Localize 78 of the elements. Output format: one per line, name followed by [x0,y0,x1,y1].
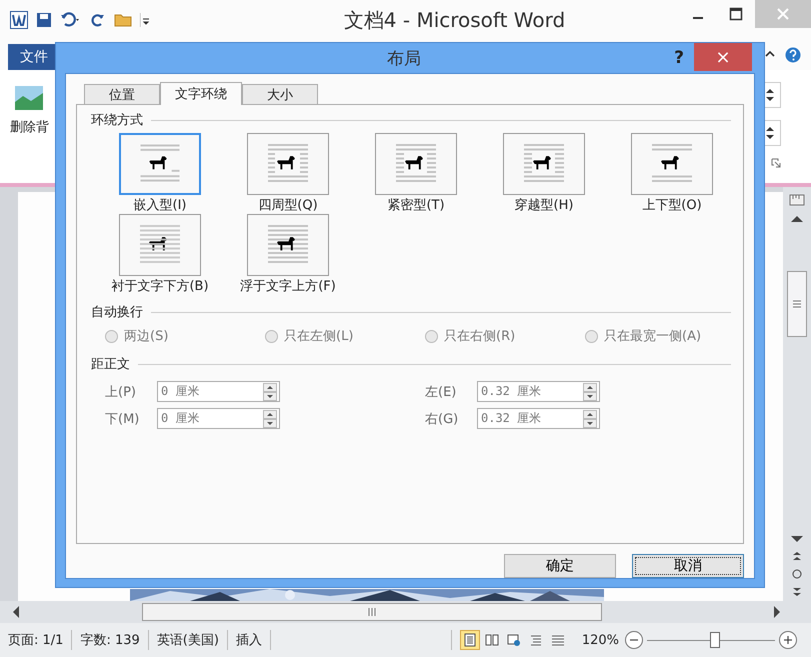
draft-view-icon [550,633,565,647]
spin-arrows-icon [583,382,597,400]
wrap-style-label: 上下型(O) [642,197,702,214]
field-label: 右(G) [425,410,460,428]
dialog-tab[interactable]: 文字环绕 [160,82,242,105]
book-view-icon [484,633,499,647]
remove-background-icon[interactable] [14,84,44,112]
status-item: 页面: 1/1 [0,630,72,650]
section-title: 环绕方式 [91,112,143,129]
undo-icon[interactable] [60,12,82,28]
dialog-launcher-icon[interactable] [771,158,781,168]
dialog-button[interactable]: 确定 [504,554,616,578]
wrap-style-label: 衬于文字下方(B) [111,278,209,295]
zoom-in-button[interactable] [779,631,797,649]
customize-icon[interactable] [140,12,150,28]
scroll-down-icon[interactable] [791,535,803,543]
wrap-style-label: 嵌入型(I) [134,197,186,214]
wrap-style-button[interactable] [119,214,201,276]
zoom-out-button[interactable] [625,631,643,649]
radio-label: 只在最宽一侧(A) [604,328,702,345]
wrap-style-label: 四周型(Q) [258,197,318,214]
spin-arrows-icon [583,410,597,428]
window-title: 文档4 - Microsoft Word [342,6,566,34]
minimize-icon [693,17,703,19]
save-icon[interactable] [36,12,52,28]
wrap-style-label: 穿越型(H) [514,197,574,214]
horizontal-scrollbar-thumb[interactable] [142,603,602,621]
dialog-title: 布局 [386,48,422,70]
previous-page-icon[interactable] [792,551,802,561]
wrap-style-button[interactable] [631,133,713,195]
scroll-right-icon[interactable] [773,606,781,618]
ribbon-button-label[interactable]: 删除背 [10,118,49,136]
scroll-up-icon[interactable] [791,215,803,223]
zoom-level[interactable]: 120% [582,632,619,648]
ruler-icon[interactable] [789,193,805,207]
radio-label: 只在右侧(R) [444,328,516,345]
page-view-icon [462,633,477,647]
radio-label: 两边(S) [124,328,168,345]
outline-view-icon [528,633,543,647]
vertical-scrollbar-thumb[interactable] [787,271,807,337]
close-icon [776,7,790,21]
status-item: 插入 [228,630,271,650]
dialog-button[interactable]: 取消 [632,554,744,578]
field-label: 上(P) [105,384,137,400]
zoom-slider-thumb[interactable] [710,632,720,648]
redo-icon[interactable] [90,12,106,28]
plus-icon [784,636,792,644]
spin-arrows-icon [263,382,277,400]
dialog-tab[interactable]: 位置 [84,84,160,104]
field-label: 下(M) [105,410,140,428]
maximize-icon [729,7,743,21]
wrap-style-label: 紧密型(T) [387,197,445,214]
web-view-icon [506,633,521,647]
view-mode-button[interactable] [460,630,480,650]
spin-arrows-icon[interactable] [765,87,775,103]
dialog-tab[interactable]: 大小 [242,84,318,104]
spin-arrows-icon [263,410,277,428]
wrap-style-button[interactable] [247,214,329,276]
help-button[interactable]: ? [664,48,694,68]
folder-icon[interactable] [114,12,132,28]
word-logo-icon[interactable] [10,11,28,29]
wrap-style-label: 浮于文字上方(F) [240,278,336,295]
scroll-left-icon[interactable] [12,606,20,618]
field-label: 左(E) [425,384,458,400]
help-icon[interactable] [785,47,801,63]
spin-arrows-icon[interactable] [765,125,775,141]
browse-object-icon[interactable] [792,569,802,579]
radio-label: 只在左侧(L) [284,328,354,345]
status-item: 英语(美国) [148,630,228,650]
wrap-style-button[interactable] [119,133,201,195]
wrap-style-button[interactable] [375,133,457,195]
close-button[interactable]: × [694,43,752,71]
status-item: 字数: 139 [72,630,149,650]
section-title: 自动换行 [91,304,143,321]
wrap-style-button[interactable] [503,133,585,195]
section-title: 距正文 [91,356,130,373]
next-page-icon[interactable] [792,587,802,597]
wrap-style-button[interactable] [247,133,329,195]
